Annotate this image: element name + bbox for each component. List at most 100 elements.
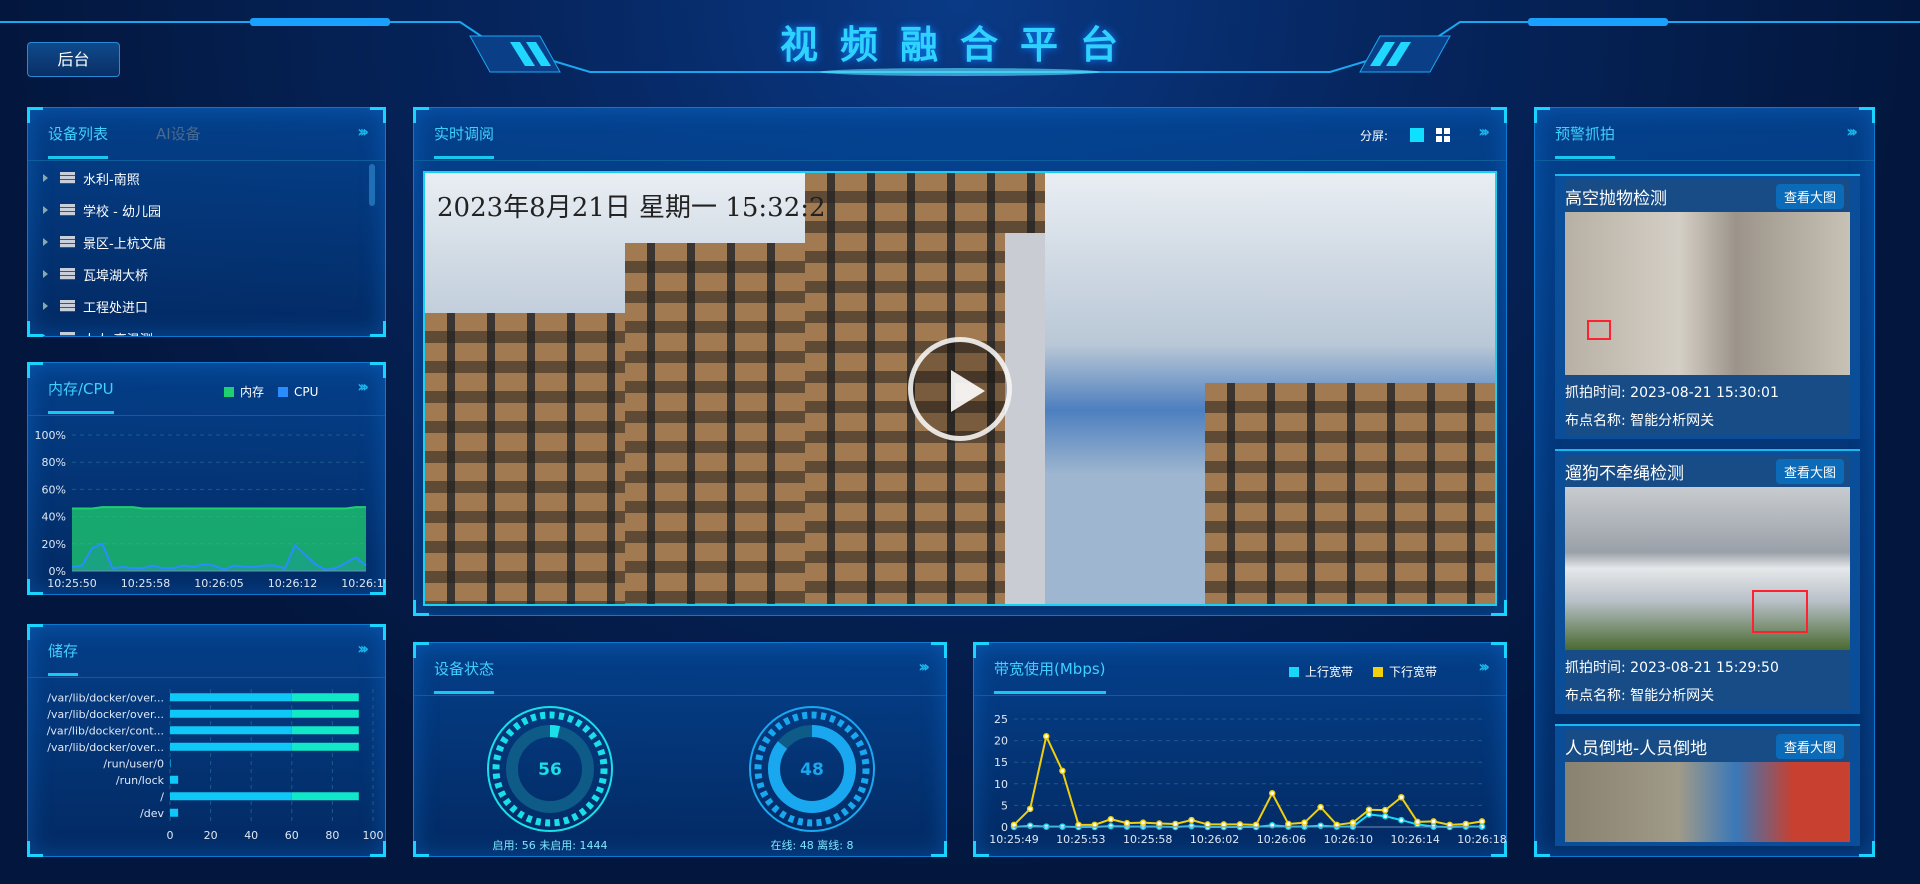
storage-bar <box>170 775 179 784</box>
page-title: 视频融合平台 <box>779 23 1140 67</box>
tree-item-label: 学校 - 幼儿园 <box>83 204 161 220</box>
data-point <box>1268 790 1276 797</box>
tree-item-label: 景区-上杭文庙 <box>83 236 166 252</box>
y-tick-label: 40% <box>42 511 66 524</box>
storage-panel: 储存 ››› 0 20 40 60 80 100/var/lib/docker/over..… <box>27 624 386 857</box>
tree-item[interactable]: 工程处进口 <box>28 290 385 322</box>
split-1-icon[interactable] <box>1410 128 1424 142</box>
category-label: /run/user/0 <box>103 757 164 770</box>
storage-bar-segment <box>291 742 359 751</box>
panel-title: 设备状态 <box>434 660 495 694</box>
expand-icon[interactable] <box>43 270 48 278</box>
snapshot-site: 智能分析网关 <box>1630 413 1715 429</box>
storage-bar <box>170 759 171 768</box>
x-tick-label: 10:26:14 <box>1390 833 1439 846</box>
legend-swatch-memory <box>224 386 234 397</box>
view-large-button[interactable]: 查看大图 <box>1775 183 1844 209</box>
tree-item[interactable]: 人人-高温测 <box>28 322 385 336</box>
storage-chart: 0 20 40 60 80 100/var/lib/docker/over... /var/… <box>47 689 384 842</box>
tree-item[interactable]: 景区-上杭文庙 <box>28 226 385 258</box>
category-label: / <box>160 790 164 803</box>
category-label: /var/lib/docker/over... <box>47 691 164 704</box>
legend-swatch-up <box>1289 666 1299 677</box>
legend-download[interactable]: 下行宽带 <box>1389 663 1437 680</box>
x-tick-label: 10:26:02 <box>1190 833 1239 846</box>
tab-device-list[interactable]: 设备列表 <box>48 123 109 159</box>
category-label: /run/lock <box>116 774 165 787</box>
back-button[interactable]: 后台 <box>27 42 120 77</box>
view-large-button[interactable]: 查看大图 <box>1775 733 1844 759</box>
data-point <box>1107 822 1115 830</box>
storage-bar <box>170 693 292 702</box>
data-point <box>1462 820 1470 828</box>
tree-item-label: 工程处进口 <box>83 300 149 316</box>
expand-icon[interactable] <box>43 206 48 214</box>
tree-item[interactable]: 瓦埠湖大桥 <box>28 258 385 290</box>
tab-ai-devices[interactable]: AI设备 <box>156 123 201 144</box>
device-tree: 水利-南照学校 - 幼儿园景区-上杭文庙瓦埠湖大桥工程处进口人人-高温测 <box>28 162 385 336</box>
storage-bar <box>170 709 292 718</box>
video-player[interactable]: 2023年8月21日 星期一 15:32:2 <box>423 171 1497 606</box>
play-icon[interactable] <box>908 336 1012 441</box>
view-large-button[interactable]: 查看大图 <box>1775 458 1844 484</box>
category-label: /var/lib/docker/over... <box>47 741 164 754</box>
snapshot-image[interactable] <box>1565 487 1850 650</box>
y-tick-label: 20% <box>42 538 66 551</box>
server-icon <box>60 236 75 248</box>
y-tick-label: 5 <box>1001 799 1008 812</box>
storage-bar <box>170 742 292 751</box>
tree-item[interactable]: 水利-南照 <box>28 162 385 194</box>
data-point <box>1301 819 1308 826</box>
snapshot-card: 遛狗不牵绳检测 查看大图 抓拍时间: 2023-08-21 15:29:50 布点… <box>1555 449 1860 714</box>
data-point <box>1172 820 1179 828</box>
expand-icon[interactable] <box>43 238 48 246</box>
legend-memory[interactable]: 内存 <box>240 383 264 400</box>
snapshot-time: 2023-08-21 15:30:01 <box>1630 385 1779 401</box>
x-tick-label: 10:25:58 <box>121 577 170 590</box>
gauge-value: 56 <box>538 760 562 780</box>
legend-cpu[interactable]: CPU <box>294 385 318 399</box>
legend-upload[interactable]: 上行宽带 <box>1305 663 1353 680</box>
data-point <box>1026 805 1034 813</box>
expand-icon[interactable] <box>43 174 48 182</box>
split-label: 分屏: <box>1359 129 1388 143</box>
storage-bar-segment <box>291 709 359 718</box>
x-tick-label: 10:26:18 <box>1457 833 1506 846</box>
bandwidth-panel: 带宽使用(Mbps) 上行宽带 下行宽带 ››› 0 5 10 15 20 25 10:25… <box>973 642 1507 857</box>
scrollbar[interactable] <box>369 164 375 206</box>
header: 视频融合平台 <box>0 0 1920 90</box>
snapshot-card: 高空抛物检测 查看大图 抓拍时间: 2023-08-21 15:30:01 布点名… <box>1555 174 1860 439</box>
storage-bar-segment <box>291 792 359 801</box>
alert-snapshots-panel: 预警抓拍 ››› 高空抛物检测 查看大图 抓拍时间: 2023-08-21 15:3… <box>1534 107 1875 857</box>
data-point <box>1236 821 1244 828</box>
data-point <box>1188 816 1195 824</box>
expand-icon[interactable] <box>43 302 48 310</box>
snapshot-site: 智能分析网关 <box>1630 688 1715 704</box>
server-icon <box>60 268 75 280</box>
snapshot-list: 高空抛物检测 查看大图 抓拍时间: 2023-08-21 15:30:01 布点名… <box>1555 174 1860 848</box>
data-point <box>1188 822 1195 830</box>
server-icon <box>60 332 75 336</box>
data-point <box>1059 767 1066 775</box>
snapshot-title: 高空抛物检测 <box>1565 188 1667 209</box>
split-4-icon[interactable] <box>1436 128 1450 142</box>
chevrons-icon: ››› <box>357 122 369 141</box>
expand-icon[interactable] <box>43 334 48 336</box>
panel-title: 带宽使用(Mbps) <box>994 660 1106 694</box>
data-point <box>1398 816 1405 824</box>
category-label: /dev <box>140 807 164 820</box>
tree-item[interactable]: 学校 - 幼儿园 <box>28 194 385 226</box>
x-tick-label: 10:25:49 <box>989 833 1038 846</box>
gauge-caption: 启用: 56 未启用: 1444 <box>493 839 608 852</box>
x-tick-label: 10:26:05 <box>194 577 243 590</box>
y-tick-label: 60% <box>42 483 66 496</box>
snapshot-image[interactable] <box>1565 212 1850 375</box>
detection-box <box>1752 590 1808 633</box>
snapshot-image[interactable] <box>1565 762 1850 842</box>
device-status-gauges: 56 启用: 56 未启用: 1444 48 在线: 48 离线: 8 <box>487 706 875 852</box>
memory-cpu-panel: 内存/CPU 内存 CPU ››› 0% 20% 40% 60% 80% 100% 10:2… <box>27 362 386 595</box>
storage-bar <box>170 808 179 817</box>
panel-title: 储存 <box>48 642 79 676</box>
data-point <box>1430 818 1437 825</box>
panel-title: 内存/CPU <box>48 380 114 414</box>
